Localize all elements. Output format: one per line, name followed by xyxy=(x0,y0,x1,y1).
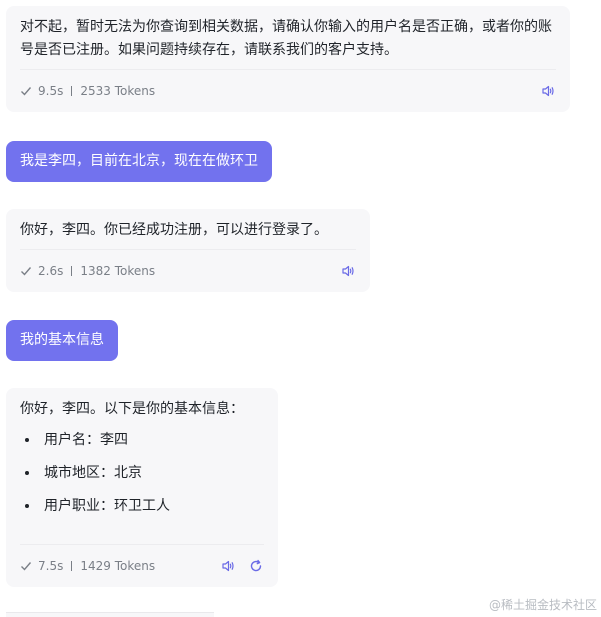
check-icon xyxy=(21,562,32,571)
speaker-icon[interactable] xyxy=(340,263,356,279)
watermark: @稀土掘金技术社区 xyxy=(488,598,597,612)
token-count: 1382 Tokens xyxy=(80,264,156,278)
assistant-message: 你好，李四。你已经成功注册，可以进行登录了。 2.6s 1382 Tokens xyxy=(6,209,370,292)
message-meta: 9.5s 2533 Tokens xyxy=(20,69,556,112)
response-time: 2.6s xyxy=(38,264,64,278)
assistant-message-text: 对不起，暂时无法为你查询到相关数据，请确认你输入的用户名是否正确，或者你的账号是… xyxy=(20,19,552,58)
assistant-message-text: 你好，李四。你已经成功注册，可以进行登录了。 xyxy=(20,222,328,238)
assistant-message: 对不起，暂时无法为你查询到相关数据，请确认你输入的用户名是否正确，或者你的账号是… xyxy=(6,6,570,112)
meta-divider xyxy=(71,86,73,96)
user-message: 我的基本信息 xyxy=(6,320,118,361)
check-icon xyxy=(21,267,32,276)
meta-divider xyxy=(71,561,73,571)
refresh-icon[interactable] xyxy=(248,558,264,574)
response-time: 9.5s xyxy=(38,84,64,98)
message-meta: 2.6s 1382 Tokens xyxy=(20,249,356,292)
speaker-icon[interactable] xyxy=(540,83,556,99)
token-count: 2533 Tokens xyxy=(80,84,156,98)
check-icon xyxy=(21,87,32,96)
next-message-edge xyxy=(6,612,214,617)
message-meta: 7.5s 1429 Tokens xyxy=(20,544,264,587)
speaker-icon[interactable] xyxy=(220,558,236,574)
meta-divider xyxy=(71,266,73,276)
list-item: 用户名：李四 xyxy=(40,429,278,452)
list-item: 用户职业：环卫工人 xyxy=(40,495,278,518)
info-list: 用户名：李四 城市地区：北京 用户职业：环卫工人 xyxy=(20,429,278,518)
assistant-message: 你好，李四。以下是你的基本信息： 用户名：李四 城市地区：北京 用户职业：环卫工… xyxy=(6,388,278,587)
user-message: 我是李四，目前在北京，现在在做环卫 xyxy=(6,141,272,182)
chat-thread: 对不起，暂时无法为你查询到相关数据，请确认你输入的用户名是否正确，或者你的账号是… xyxy=(0,0,601,617)
token-count: 1429 Tokens xyxy=(80,559,156,573)
list-item: 城市地区：北京 xyxy=(40,462,278,485)
assistant-message-text: 你好，李四。以下是你的基本信息： xyxy=(20,401,244,417)
response-time: 7.5s xyxy=(38,559,64,573)
